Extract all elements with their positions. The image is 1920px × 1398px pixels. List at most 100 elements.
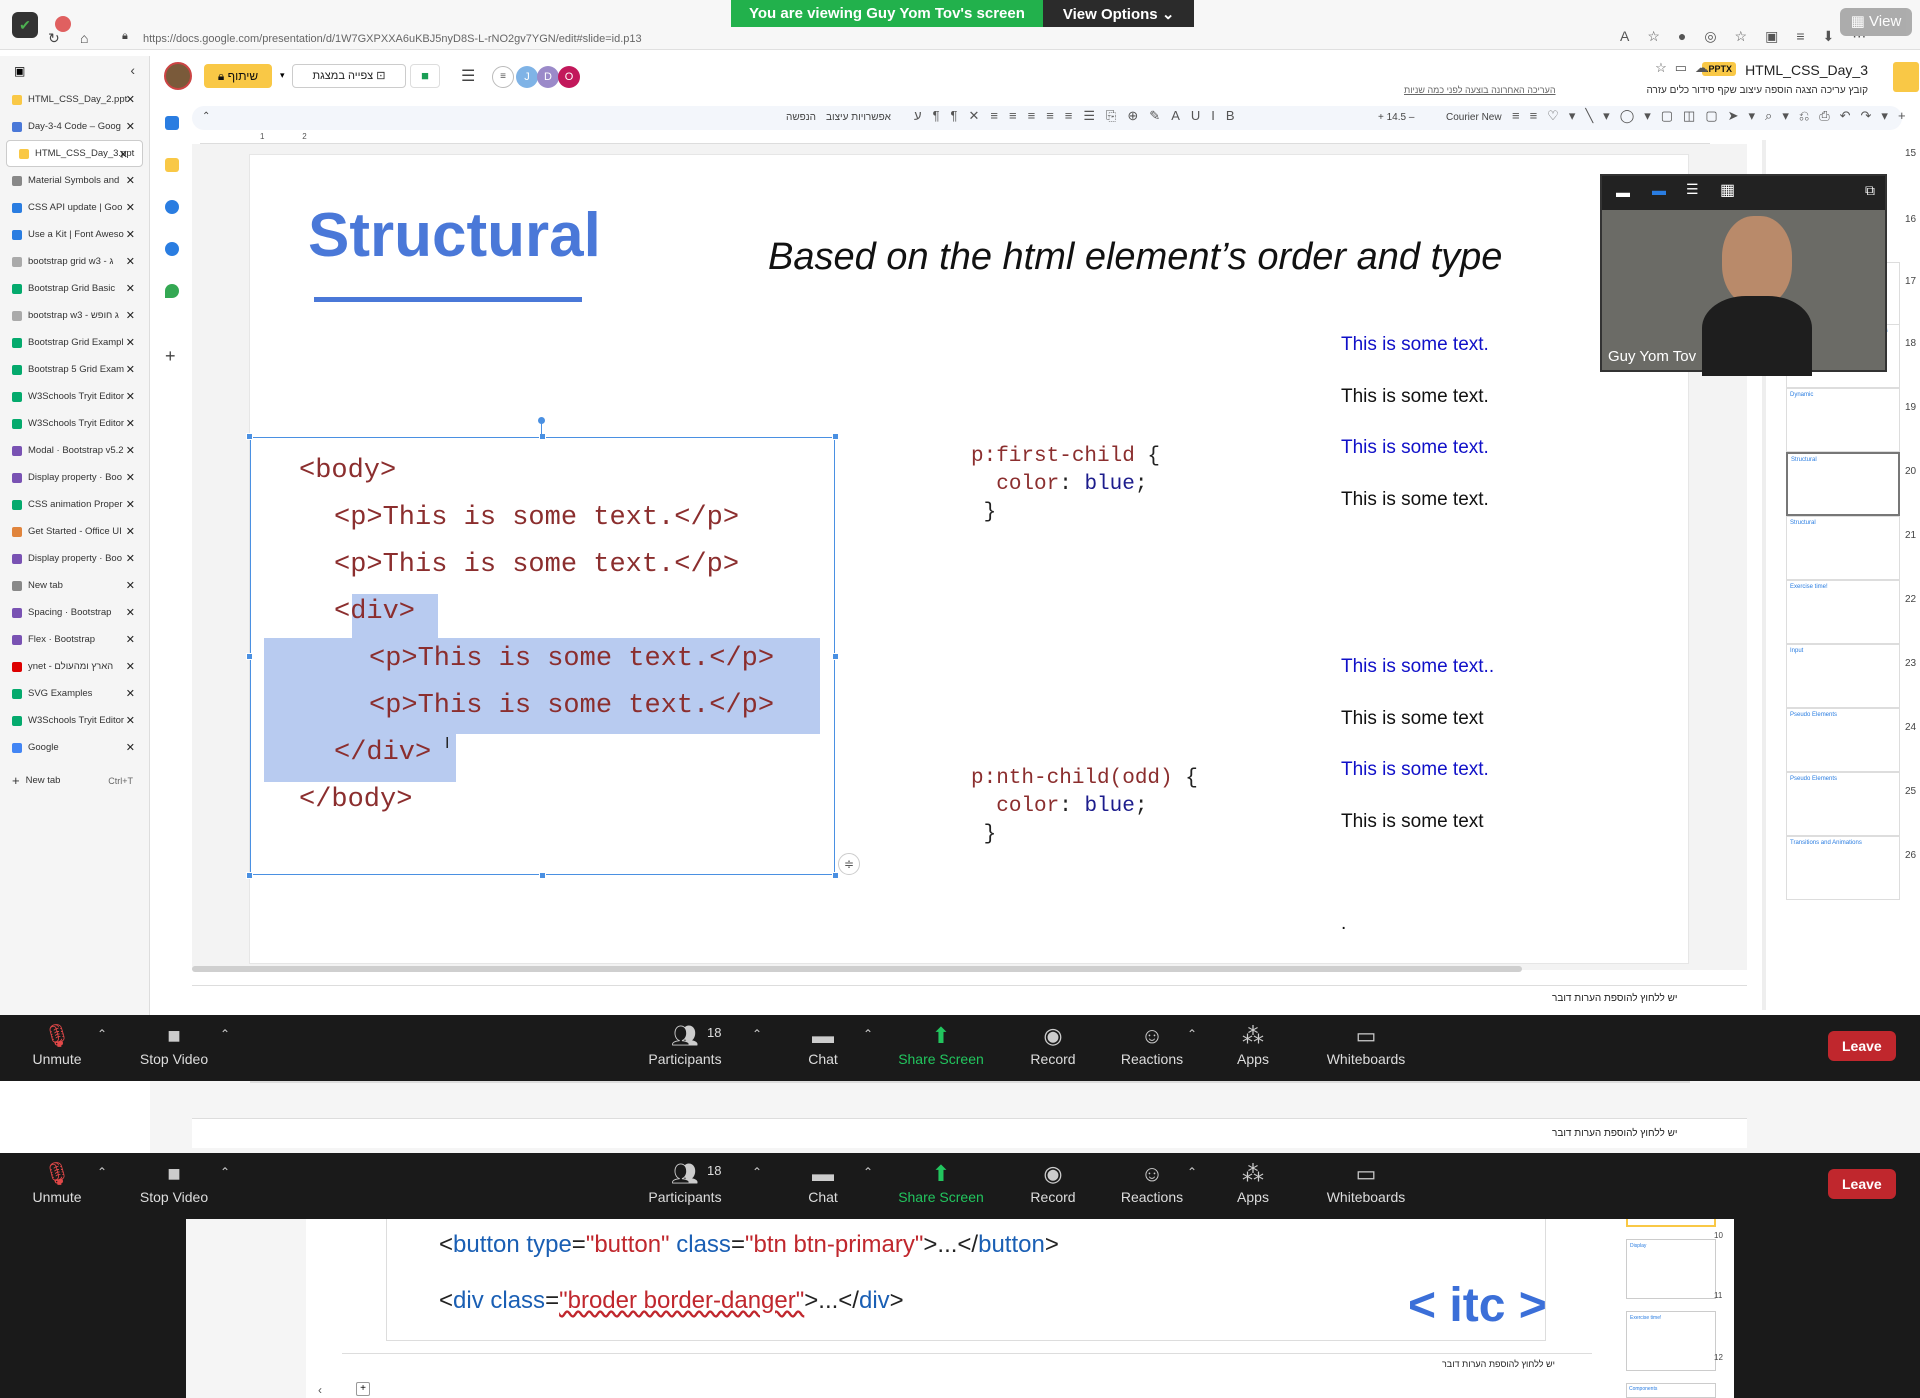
autofit-icon[interactable]: ≑ bbox=[838, 853, 860, 875]
demo-text[interactable]: This is some text.. bbox=[1341, 656, 1494, 678]
chevron-up-icon[interactable]: ⌃ bbox=[1187, 1027, 1197, 1041]
slide-thumbnail[interactable]: Structural bbox=[1786, 516, 1900, 580]
unmute-button[interactable]: 🎙︎ Unmute bbox=[7, 1023, 107, 1067]
resize-handle[interactable] bbox=[832, 872, 839, 879]
css-block-first-child[interactable]: p:first-child { color: blue; } bbox=[971, 415, 1160, 527]
animate-button[interactable]: הנפשה bbox=[786, 112, 816, 123]
share-screen-button[interactable]: ⬆ Share Screen bbox=[891, 1161, 991, 1205]
apps-button[interactable]: ⁂ Apps bbox=[1203, 1023, 1303, 1067]
share-dropdown-icon[interactable]: ▾ bbox=[280, 70, 285, 81]
slide-thumbnail[interactable]: Transitions and Animations bbox=[1786, 836, 1900, 900]
close-icon[interactable]: ✕ bbox=[126, 660, 135, 673]
rotate-handle[interactable] bbox=[538, 417, 545, 424]
resize-handle[interactable] bbox=[539, 433, 546, 440]
nested-thumb[interactable]: Display bbox=[1626, 1239, 1716, 1299]
close-icon[interactable]: ✕ bbox=[126, 471, 135, 484]
format-icons[interactable]: ע¶¶✕≡≡≡≡≡☰⎘⊕✎AUIB bbox=[914, 108, 1246, 124]
close-icon[interactable]: ✕ bbox=[126, 444, 135, 457]
demo-text[interactable]: This is some text. bbox=[1341, 386, 1489, 408]
refresh-icon[interactable]: ↻ bbox=[48, 30, 60, 47]
code-line-div[interactable]: <div class="broder border-danger">...</d… bbox=[439, 1287, 904, 1315]
close-icon[interactable]: ✕ bbox=[126, 282, 135, 295]
chevron-up-icon[interactable]: ⌃ bbox=[752, 1165, 762, 1179]
unmute-button[interactable]: 🎙︎ Unmute bbox=[7, 1161, 107, 1205]
slide-thumbnail[interactable]: Pseudo Elements bbox=[1786, 772, 1900, 836]
chevron-up-icon[interactable]: ⌃ bbox=[752, 1027, 762, 1041]
code-line[interactable]: </body> bbox=[299, 785, 412, 815]
close-icon[interactable]: ✕ bbox=[126, 687, 135, 700]
demo-text[interactable]: This is some text bbox=[1341, 708, 1484, 730]
strip-view-icon[interactable]: ☰ bbox=[1686, 181, 1699, 198]
gallery-view-icon[interactable]: ▦ bbox=[1720, 180, 1735, 200]
code-line-button[interactable]: <button type="button" class="btn btn-pri… bbox=[439, 1231, 1059, 1259]
speaker-view-icon[interactable]: ▬ bbox=[1652, 182, 1666, 198]
minimize-icon[interactable]: ▬ bbox=[1616, 184, 1630, 200]
avatar[interactable] bbox=[164, 62, 192, 90]
browser-tab[interactable]: SVG Examples ✕ bbox=[0, 680, 149, 707]
horizontal-scrollbar[interactable] bbox=[192, 966, 1522, 972]
resize-handle[interactable] bbox=[832, 433, 839, 440]
close-icon[interactable]: ✕ bbox=[126, 363, 135, 376]
close-icon[interactable]: ✕ bbox=[126, 633, 135, 646]
nested-thumb[interactable]: Exercise time! bbox=[1626, 1311, 1716, 1371]
chevron-up-icon[interactable]: ⌃ bbox=[97, 1165, 107, 1179]
close-icon[interactable]: ✕ bbox=[126, 390, 135, 403]
popout-icon[interactable]: ⧉ bbox=[1865, 182, 1875, 199]
browser-tab[interactable]: Flex · Bootstrap ✕ bbox=[0, 626, 149, 653]
last-edit-link[interactable]: העריכה האחרונה בוצעה לפני כמה שניות bbox=[1404, 85, 1556, 95]
share-button[interactable]: 🔒︎ שיתוף bbox=[204, 64, 272, 88]
browser-tab[interactable]: HTML_CSS_Day_2.ppt ✕ bbox=[0, 86, 149, 113]
slide-subtitle[interactable]: Based on the html element’s order and ty… bbox=[768, 236, 1502, 279]
close-icon[interactable]: ✕ bbox=[126, 552, 135, 565]
insert-icons[interactable]: ≡≡♡▾╲▾◯▾▢◫▢➤▾⌕▾⎌⎙↶↷▾+ bbox=[1512, 108, 1916, 124]
browser-tab[interactable]: New tab ✕ bbox=[0, 572, 149, 599]
collapse-toolbar-icon[interactable]: ⌃ bbox=[202, 111, 210, 122]
close-icon[interactable]: ✕ bbox=[126, 498, 135, 511]
collapse-icon[interactable]: ‹ bbox=[130, 62, 135, 78]
browser-tab[interactable]: Google ✕ bbox=[0, 734, 149, 761]
browser-tab[interactable]: Bootstrap Grid Exampl ✕ bbox=[0, 329, 149, 356]
leave-button[interactable]: Leave bbox=[1828, 1169, 1896, 1199]
css-block-nth-child[interactable]: p:nth-child(odd) { color: blue; } bbox=[971, 737, 1198, 849]
meet-icon[interactable]: ■ bbox=[410, 64, 440, 88]
chevron-up-icon[interactable]: ⌃ bbox=[863, 1165, 873, 1179]
close-icon[interactable]: ✕ bbox=[126, 120, 135, 133]
chevron-up-icon[interactable]: ⌃ bbox=[1187, 1165, 1197, 1179]
close-icon[interactable]: ✕ bbox=[126, 255, 135, 268]
stop-video-button[interactable]: ■ Stop Video bbox=[124, 1023, 224, 1067]
browser-tab[interactable]: W3Schools Tryit Editor ✕ bbox=[0, 383, 149, 410]
browser-tab[interactable]: CSS animation Proper ✕ bbox=[0, 491, 149, 518]
demo-text[interactable]: This is some text. bbox=[1341, 334, 1489, 356]
slide-thumbnail[interactable]: Input bbox=[1786, 644, 1900, 708]
nested-thumb[interactable]: Components bbox=[1626, 1383, 1716, 1398]
contacts-icon[interactable] bbox=[165, 242, 179, 256]
browser-tab[interactable]: Display property · Boo ✕ bbox=[0, 545, 149, 572]
chevron-up-icon[interactable]: ⌃ bbox=[863, 1027, 873, 1041]
browser-tab[interactable]: Day-3-4 Code – Goog ✕ bbox=[0, 113, 149, 140]
chat-button[interactable]: ▬ Chat bbox=[773, 1161, 873, 1205]
resize-handle[interactable] bbox=[246, 433, 253, 440]
document-title[interactable]: HTML_CSS_Day_3 bbox=[1745, 62, 1868, 78]
resize-handle[interactable] bbox=[539, 872, 546, 879]
close-icon[interactable]: ✕ bbox=[126, 741, 135, 754]
code-line[interactable]: <body> bbox=[299, 456, 396, 486]
present-button[interactable]: צפייה במצגת ⊡ bbox=[292, 64, 406, 88]
slide-title[interactable]: Structural bbox=[308, 200, 601, 271]
close-icon[interactable]: ✕ bbox=[126, 606, 135, 619]
browser-tab[interactable]: Get Started - Office UI ✕ bbox=[0, 518, 149, 545]
chevron-up-icon[interactable]: ⌃ bbox=[220, 1027, 230, 1041]
close-icon[interactable]: ✕ bbox=[126, 93, 135, 106]
chat-button[interactable]: ▬ Chat bbox=[773, 1023, 873, 1067]
view-options-button[interactable]: View Options ⌄ bbox=[1042, 0, 1195, 27]
browser-tab[interactable]: Modal · Bootstrap v5.2 ✕ bbox=[0, 437, 149, 464]
close-icon[interactable]: ✕ bbox=[126, 336, 135, 349]
tasks-icon[interactable] bbox=[165, 200, 179, 214]
share-screen-button[interactable]: ⬆ Share Screen bbox=[891, 1023, 991, 1067]
browser-tab[interactable]: bootstrap grid w3 - ג ✕ bbox=[0, 248, 149, 275]
slide-thumbnail[interactable]: Pseudo Elements bbox=[1786, 708, 1900, 772]
close-icon[interactable]: ✕ bbox=[126, 174, 135, 187]
tab-actions-icon[interactable]: ▣ bbox=[14, 64, 25, 78]
avatar-d[interactable]: D bbox=[537, 66, 559, 88]
chevron-up-icon[interactable]: ⌃ bbox=[97, 1027, 107, 1041]
record-button[interactable]: ◉ Record bbox=[1003, 1161, 1103, 1205]
